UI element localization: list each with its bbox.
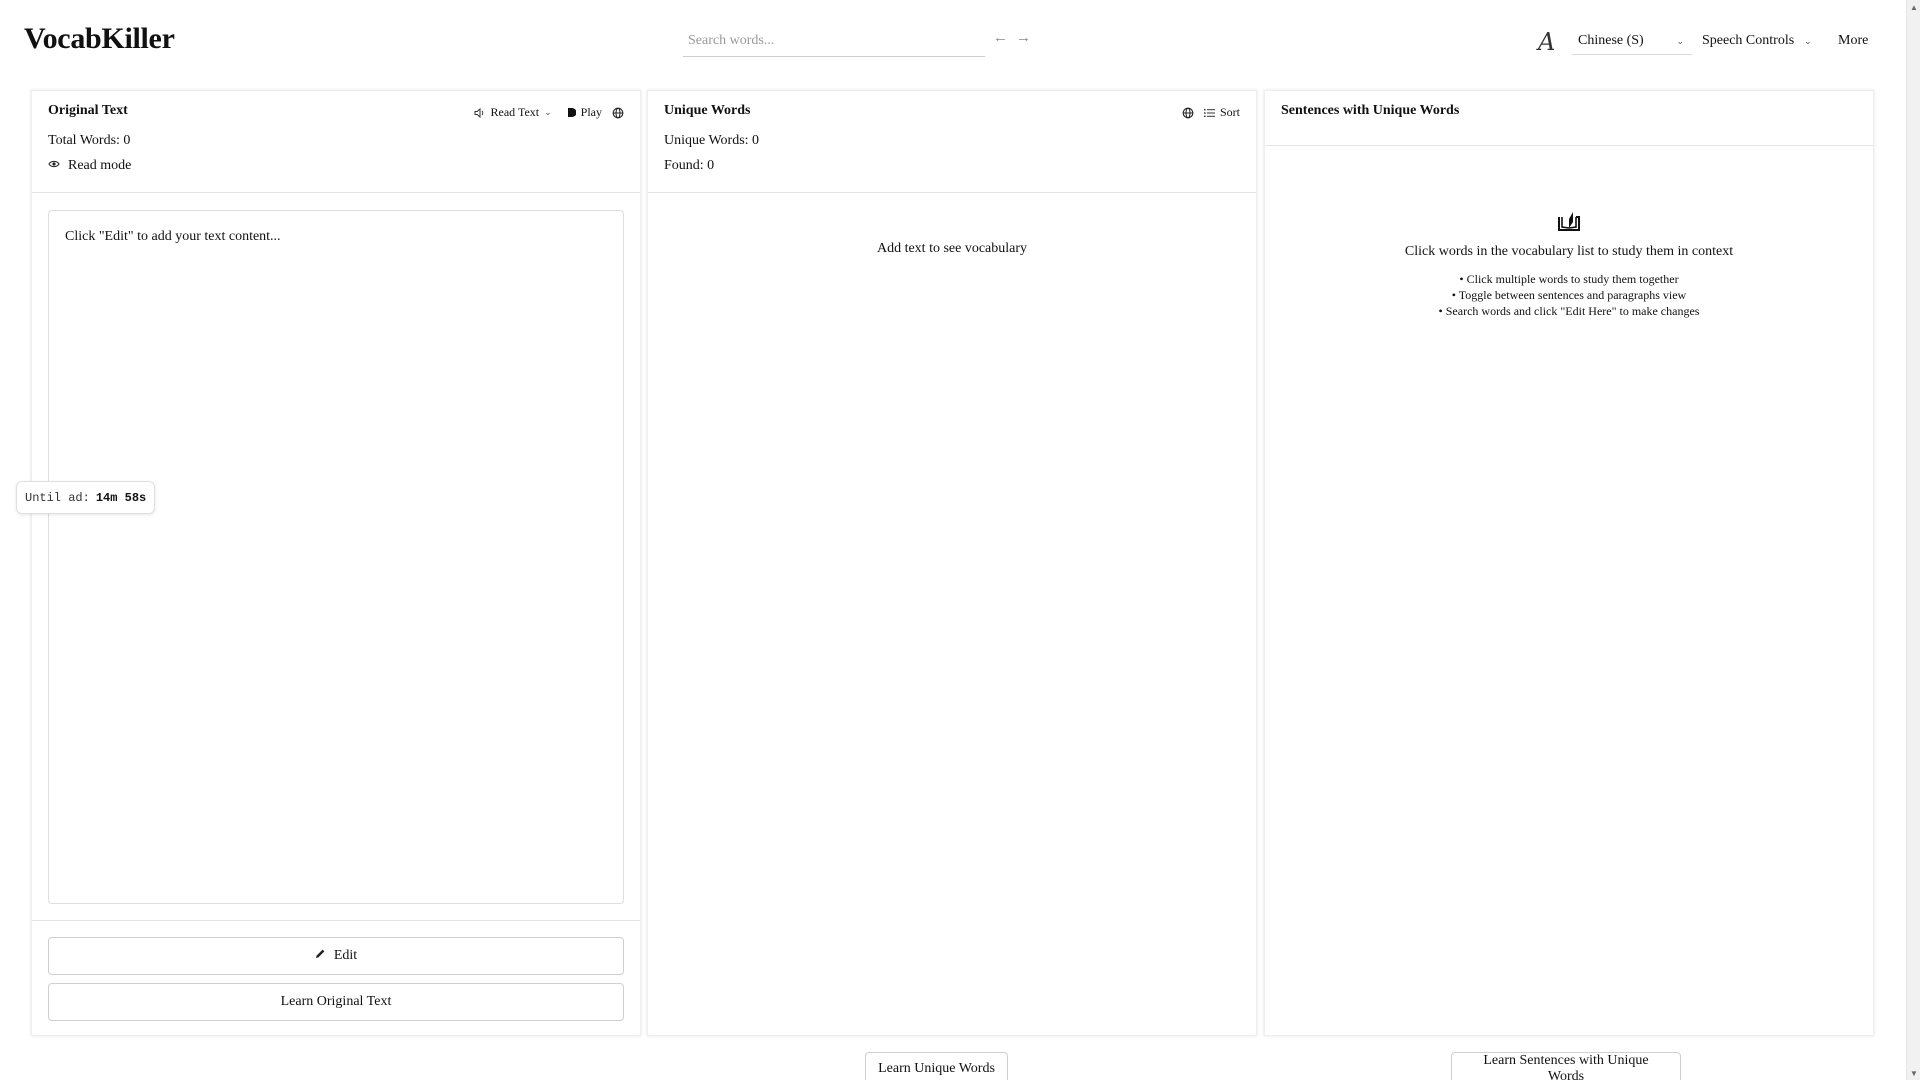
learn-unique-words-button[interactable]: Learn Unique Words — [865, 1052, 1008, 1080]
list-item: • Click multiple words to study them tog… — [1459, 272, 1679, 286]
ad-countdown-value: 14m 58s — [95, 490, 147, 505]
sentences-header: Sentences with Unique Words — [1265, 91, 1873, 146]
ad-countdown-label: Until ad: — [25, 490, 90, 505]
unique-words-panel: Unique Words Sort Unique Words: 0 Found:… — [647, 90, 1257, 1036]
chevron-down-icon: ⌄ — [1804, 35, 1812, 46]
panel-title: Sentences with Unique Words — [1281, 103, 1460, 118]
play-label: Play — [580, 105, 602, 119]
next-result-button[interactable]: → — [1016, 30, 1031, 47]
context-hint-list: • Click multiple words to study them tog… — [1265, 271, 1873, 319]
eye-icon — [48, 158, 60, 174]
sort-label: Sort — [1219, 105, 1240, 119]
language-select[interactable]: Chinese (S) ⌄ — [1572, 28, 1692, 55]
search-input[interactable] — [683, 26, 985, 56]
read-text-dropdown[interactable]: Read Text ⌄ — [474, 105, 552, 120]
edit-button[interactable]: Edit — [48, 937, 624, 975]
font-settings-icon[interactable]: A — [1538, 28, 1555, 56]
previous-result-button[interactable]: ← — [993, 30, 1008, 47]
context-hint-title: Click words in the vocabulary list to st… — [1404, 244, 1734, 259]
list-icon — [1203, 108, 1215, 118]
learn-sentences-button[interactable]: Learn Sentences with Unique Words — [1451, 1052, 1681, 1080]
open-book-icon — [1265, 211, 1873, 233]
unique-words-toolbar: Sort — [1182, 105, 1240, 120]
empty-vocabulary-message: Add text to see vocabulary — [876, 241, 1028, 256]
more-menu-button[interactable]: More — [1838, 33, 1868, 49]
speaker-icon — [474, 107, 486, 119]
original-text-panel: Original Text Read Text ⌄ Play Total Wor… — [31, 90, 641, 1036]
chevron-down-icon: ⌄ — [544, 107, 552, 117]
globe-icon — [612, 107, 624, 119]
speech-controls-label: Speech Controls — [1702, 33, 1795, 48]
sentences-panel: Sentences with Unique Words Click words … — [1264, 90, 1874, 1036]
original-text-toolbar: Read Text ⌄ Play — [474, 105, 624, 120]
app-logo: VocabKiller — [24, 22, 175, 55]
translate-button[interactable] — [612, 107, 624, 119]
divider — [32, 920, 640, 921]
sort-button[interactable]: Sort — [1203, 105, 1240, 120]
list-item: • Toggle between sentences and paragraph… — [1451, 288, 1687, 302]
page-scrollbar[interactable]: ▲ ▼ — [1906, 0, 1920, 1080]
scroll-up-arrow-icon[interactable]: ▲ — [1907, 0, 1920, 14]
found-count: Found: 0 — [664, 158, 715, 173]
read-text-label: Read Text — [490, 105, 540, 119]
pencil-icon — [315, 948, 326, 964]
original-text-content[interactable]: Click "Edit" to add your text content... — [48, 210, 624, 904]
globe-icon — [1182, 107, 1194, 119]
text-content-placeholder: Click "Edit" to add your text content... — [65, 229, 281, 244]
panel-title: Unique Words — [664, 103, 751, 118]
panel-title: Original Text — [48, 103, 128, 118]
total-words-count: Total Words: 0 — [48, 133, 131, 148]
ad-countdown-badge: Until ad: 14m 58s — [16, 481, 156, 514]
chevron-down-icon: ⌄ — [1676, 35, 1684, 46]
language-select-value: Chinese (S) — [1578, 33, 1644, 48]
unique-words-count: Unique Words: 0 — [664, 133, 760, 148]
edit-button-label: Edit — [333, 948, 358, 963]
search-field[interactable] — [683, 26, 985, 57]
play-icon — [566, 107, 576, 118]
search-navigation: ← → — [993, 30, 1031, 47]
scroll-down-arrow-icon[interactable]: ▼ — [1907, 1066, 1920, 1080]
unique-words-header: Unique Words Sort Unique Words: 0 Found:… — [648, 91, 1256, 193]
original-text-header: Original Text Read Text ⌄ Play Total Wor… — [32, 91, 640, 193]
list-item: • Search words and click "Edit Here" to … — [1438, 304, 1700, 318]
speech-controls-dropdown[interactable]: Speech Controls ⌄ — [1702, 33, 1812, 49]
read-mode-label: Read mode — [68, 158, 132, 173]
translate-words-button[interactable] — [1182, 107, 1194, 119]
play-button[interactable]: Play — [566, 105, 602, 120]
read-mode-toggle[interactable]: Read mode — [48, 158, 131, 174]
learn-original-text-button[interactable]: Learn Original Text — [48, 983, 624, 1021]
